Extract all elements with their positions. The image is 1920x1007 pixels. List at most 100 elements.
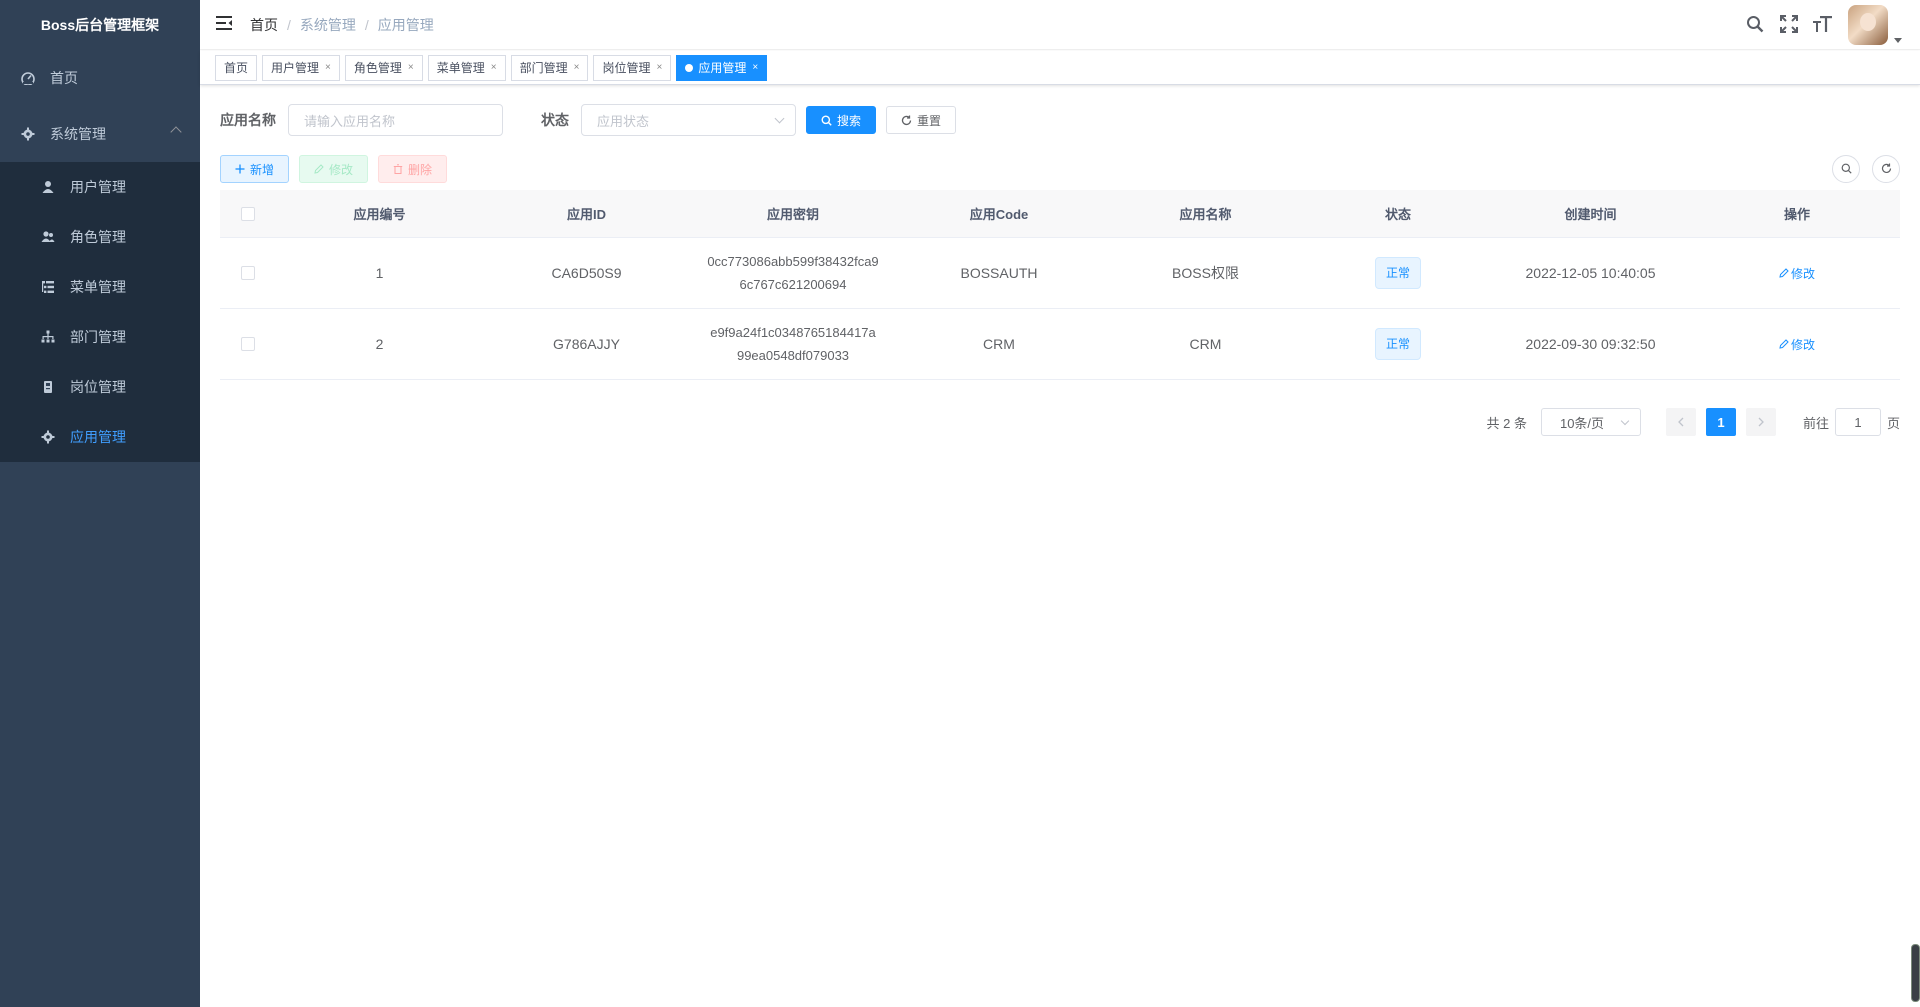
close-icon[interactable]: × bbox=[574, 56, 580, 80]
sidebar-item-apps[interactable]: 应用管理 bbox=[0, 412, 200, 462]
tag-label: 应用管理 bbox=[698, 60, 747, 75]
page-number-button[interactable]: 1 bbox=[1705, 408, 1736, 436]
sidebar-item-label: 菜单管理 bbox=[70, 279, 126, 295]
tag-label: 岗位管理 bbox=[602, 60, 651, 75]
user-avatar-dropdown[interactable] bbox=[1848, 5, 1902, 45]
close-icon[interactable]: × bbox=[656, 56, 662, 80]
close-icon[interactable]: × bbox=[752, 56, 758, 80]
fullscreen-button[interactable] bbox=[1772, 0, 1806, 50]
breadcrumb-item[interactable]: 首页 bbox=[250, 15, 278, 35]
reset-button[interactable]: 重置 bbox=[886, 106, 957, 134]
tag-label: 菜单管理 bbox=[436, 60, 485, 75]
tag-home[interactable]: 首页 bbox=[215, 54, 258, 81]
app-name-cell: CRM bbox=[1189, 336, 1222, 352]
chevron-right-icon bbox=[1757, 415, 1765, 430]
navbar: 首页 / 系统管理 / 应用管理 bbox=[200, 0, 1920, 50]
status-badge: 正常 bbox=[1374, 257, 1421, 289]
next-page-button[interactable] bbox=[1745, 408, 1776, 436]
close-icon[interactable]: × bbox=[408, 56, 414, 80]
app-title[interactable]: Boss后台管理框架 bbox=[0, 0, 200, 50]
sidebar-item-label: 岗位管理 bbox=[70, 379, 126, 395]
sidebar-item-system[interactable]: 系统管理 bbox=[0, 106, 200, 162]
refresh-icon bbox=[901, 115, 912, 126]
app-code-cell: CRM bbox=[983, 336, 1015, 352]
column-header: 操作 bbox=[1783, 207, 1810, 222]
row-edit-button[interactable]: 修改 bbox=[1779, 265, 1815, 282]
tag-label: 首页 bbox=[224, 60, 249, 75]
breadcrumb-separator: / bbox=[287, 16, 291, 33]
status-cell: 正常 bbox=[1309, 257, 1487, 289]
font-size-button[interactable] bbox=[1806, 0, 1840, 50]
row-edit-button[interactable]: 修改 bbox=[1779, 336, 1815, 353]
row-select-cell bbox=[220, 337, 276, 351]
tag-roles[interactable]: 角色管理 × bbox=[344, 54, 423, 81]
close-icon[interactable]: × bbox=[491, 56, 497, 80]
created-time-cell: 2022-09-30 09:32:50 bbox=[1525, 336, 1656, 352]
chevron-up-icon bbox=[170, 126, 182, 138]
app-secret-cell: 0cc773086abb599f38432fca9 6c767c62120069… bbox=[690, 250, 896, 296]
tag-depts[interactable]: 部门管理 × bbox=[510, 54, 589, 81]
dashboard-icon bbox=[20, 70, 36, 86]
delete-button-label: 删除 bbox=[408, 162, 433, 177]
select-all-cell bbox=[220, 206, 276, 221]
user-icon bbox=[40, 179, 56, 195]
app-id-cell: CA6D50S9 bbox=[551, 265, 622, 281]
row-checkbox[interactable] bbox=[241, 337, 255, 351]
app-secret-line: 6c767c621200694 bbox=[739, 277, 847, 292]
app-name-input[interactable]: 请输入应用名称 bbox=[288, 104, 503, 136]
tag-users[interactable]: 用户管理 × bbox=[262, 54, 340, 81]
app-secret-cell: e9f9a24f1c0348765184417a 99ea0548df07903… bbox=[690, 321, 896, 367]
menu-fold-icon bbox=[216, 15, 234, 34]
tag-apps[interactable]: 应用管理 × bbox=[676, 54, 768, 81]
prev-page-button[interactable] bbox=[1665, 408, 1696, 436]
status-select[interactable]: 应用状态 bbox=[581, 104, 796, 136]
sidebar-item-menus[interactable]: 菜单管理 bbox=[0, 262, 200, 312]
page-size-select[interactable]: 10条/页 bbox=[1540, 408, 1641, 436]
table-row[interactable]: 1 CA6D50S9 0cc773086abb599f38432fca9 6c7… bbox=[220, 238, 1900, 309]
search-button[interactable]: 搜索 bbox=[806, 106, 877, 134]
org-tree-icon bbox=[40, 329, 56, 345]
status-placeholder: 应用状态 bbox=[597, 113, 650, 129]
column-header: 应用密钥 bbox=[766, 207, 819, 222]
refresh-button[interactable] bbox=[1872, 155, 1900, 183]
sidebar-item-users[interactable]: 用户管理 bbox=[0, 162, 200, 212]
goto-page-input[interactable]: 1 bbox=[1834, 408, 1881, 436]
column-header: 状态 bbox=[1384, 207, 1411, 222]
row-select-cell bbox=[220, 266, 276, 280]
active-dot-icon bbox=[685, 63, 694, 72]
add-button[interactable]: 新增 bbox=[220, 155, 290, 183]
search-form: 应用名称 请输入应用名称 状态 应用状态 搜索 重置 bbox=[220, 104, 957, 136]
sidebar-item-depts[interactable]: 部门管理 bbox=[0, 312, 200, 362]
select-all-checkbox[interactable] bbox=[241, 206, 255, 221]
edit-button[interactable]: 修改 bbox=[299, 155, 369, 183]
action-cell: 修改 bbox=[1694, 265, 1900, 282]
breadcrumb-item: 系统管理 bbox=[299, 16, 356, 33]
sidebar: Boss后台管理框架 首页 系统管理 用户管理 角色管理 菜单管理 部门管理 岗… bbox=[0, 0, 200, 1007]
hamburger-button[interactable] bbox=[200, 0, 250, 50]
breadcrumb-item: 应用管理 bbox=[377, 16, 434, 33]
close-icon[interactable]: × bbox=[325, 56, 331, 80]
sidebar-item-label: 角色管理 bbox=[70, 229, 126, 245]
tree-table-icon bbox=[40, 279, 56, 295]
delete-button[interactable]: 删除 bbox=[378, 155, 448, 183]
apps-table: 应用编号 应用ID 应用密钥 应用Code 应用名称 状态 创建时间 操作 1 … bbox=[220, 190, 1900, 380]
tag-posts[interactable]: 岗位管理 × bbox=[593, 54, 672, 81]
header-search-button[interactable] bbox=[1738, 0, 1772, 50]
table-row[interactable]: 2 G786AJJY e9f9a24f1c0348765184417a 99ea… bbox=[220, 309, 1900, 380]
sidebar-item-home[interactable]: 首页 bbox=[0, 50, 200, 106]
search-button-label: 搜索 bbox=[837, 113, 862, 128]
column-header: 创建时间 bbox=[1564, 207, 1617, 222]
sidebar-item-posts[interactable]: 岗位管理 bbox=[0, 362, 200, 412]
post-icon bbox=[40, 379, 56, 395]
sidebar-item-label: 应用管理 bbox=[70, 429, 126, 445]
sidebar-item-label: 系统管理 bbox=[50, 126, 106, 142]
toggle-search-button[interactable] bbox=[1832, 155, 1860, 183]
sidebar-item-roles[interactable]: 角色管理 bbox=[0, 212, 200, 262]
tag-label: 部门管理 bbox=[519, 60, 568, 75]
tag-menus[interactable]: 菜单管理 × bbox=[427, 54, 506, 81]
row-checkbox[interactable] bbox=[241, 266, 255, 280]
search-icon bbox=[1841, 161, 1852, 177]
app-name-placeholder: 请输入应用名称 bbox=[304, 113, 396, 129]
app-name-label: 应用名称 bbox=[220, 112, 276, 128]
scrollbar-handle[interactable] bbox=[1911, 944, 1920, 1002]
